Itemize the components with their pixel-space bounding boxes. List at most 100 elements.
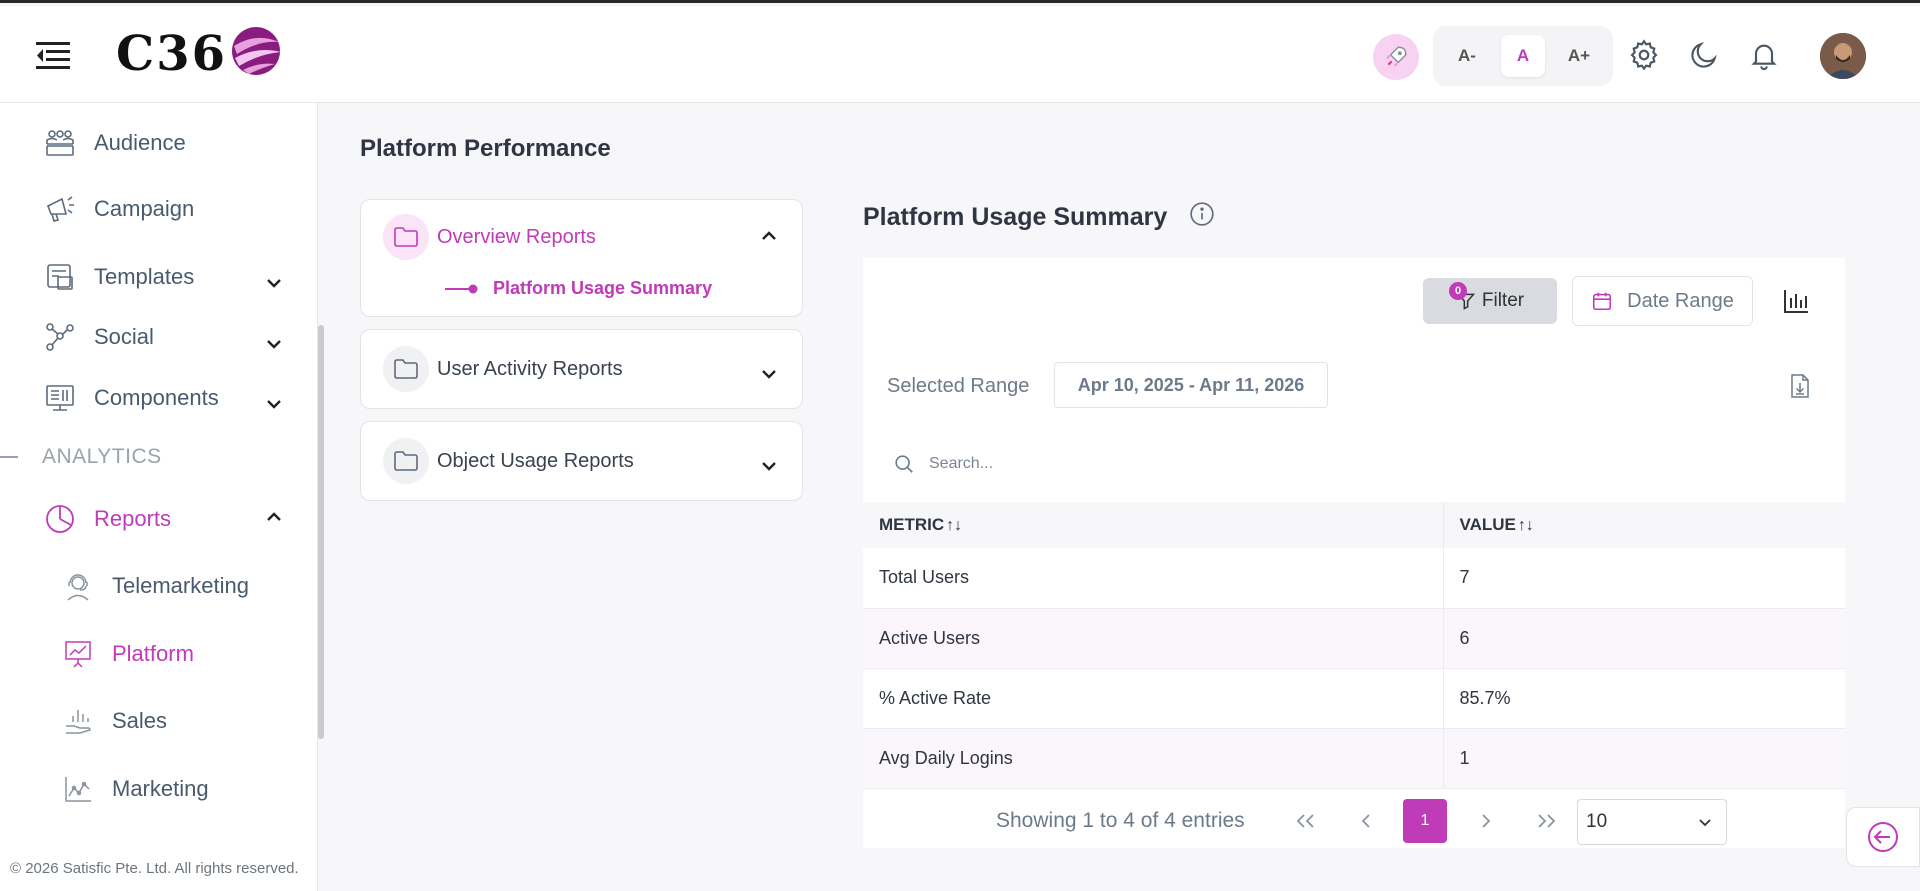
report-group-header[interactable]: User Activity Reports bbox=[383, 346, 623, 392]
copyright-text: © 2026 Satisfic Pte. Ltd. All rights res… bbox=[10, 860, 299, 877]
first-page-icon[interactable] bbox=[1284, 799, 1328, 843]
search-box[interactable] bbox=[893, 446, 1293, 482]
filter-count-badge: 0 bbox=[1449, 282, 1467, 300]
dark-mode-moon-icon[interactable] bbox=[1686, 37, 1722, 73]
report-card: 0 Filter Date Range Selected Range Apr 1… bbox=[863, 258, 1845, 848]
template-icon bbox=[40, 259, 80, 295]
chevron-down-icon[interactable] bbox=[266, 336, 282, 354]
table-row: Avg Daily Logins 1 bbox=[863, 728, 1845, 789]
sidebar-item-label: Social bbox=[94, 324, 154, 349]
font-increase-button[interactable]: A+ bbox=[1557, 35, 1601, 77]
sidebar-item-social[interactable]: Social bbox=[40, 319, 154, 355]
sidebar: Audience Campaign Templates Social Compo… bbox=[0, 103, 318, 891]
report-title: Platform Usage Summary bbox=[863, 201, 1215, 234]
sidebar-item-components[interactable]: Components bbox=[40, 380, 219, 416]
column-header-value[interactable]: VALUE ↑↓ bbox=[1443, 502, 1845, 548]
selected-range-value: Apr 10, 2025 - Apr 11, 2026 bbox=[1054, 362, 1328, 408]
date-range-button[interactable]: Date Range bbox=[1572, 276, 1753, 326]
report-link-label: Platform Usage Summary bbox=[493, 278, 713, 298]
presentation-chart-icon bbox=[58, 636, 98, 672]
chevron-up-icon[interactable] bbox=[266, 509, 282, 527]
back-arrow-icon[interactable] bbox=[1846, 807, 1920, 867]
report-group-user-activity: User Activity Reports bbox=[360, 329, 803, 409]
column-header-metric[interactable]: METRIC ↑↓ bbox=[863, 502, 1444, 548]
column-header-label: VALUE bbox=[1459, 515, 1516, 534]
table-header-row: METRIC ↑↓ VALUE ↑↓ bbox=[863, 502, 1845, 548]
sidebar-item-telemarketing[interactable]: Telemarketing bbox=[58, 568, 249, 604]
table-row: % Active Rate 85.7% bbox=[863, 668, 1845, 729]
cell-value: 85.7% bbox=[1443, 668, 1845, 729]
report-group-header[interactable]: Object Usage Reports bbox=[383, 438, 634, 484]
sidebar-item-label: Platform bbox=[112, 641, 194, 666]
menu-collapse-icon[interactable] bbox=[36, 40, 70, 70]
page-size-select[interactable]: 10 bbox=[1577, 799, 1727, 845]
sidebar-item-marketing[interactable]: Marketing bbox=[58, 771, 209, 807]
report-group-overview: Overview Reports Platform Usage Summary bbox=[360, 199, 803, 317]
sidebar-item-templates[interactable]: Templates bbox=[40, 259, 194, 295]
filter-button[interactable]: 0 Filter bbox=[1423, 278, 1557, 324]
selected-range-label: Selected Range bbox=[887, 375, 1030, 397]
chevron-down-icon[interactable] bbox=[761, 366, 777, 384]
cell-metric: Active Users bbox=[863, 608, 1444, 669]
sidebar-item-label: Audience bbox=[94, 130, 186, 155]
font-size-switcher: A- A A+ bbox=[1433, 26, 1613, 86]
page-number-button[interactable]: 1 bbox=[1403, 799, 1447, 843]
notification-bell-icon[interactable] bbox=[1746, 37, 1782, 73]
cell-metric: % Active Rate bbox=[863, 668, 1444, 729]
search-input[interactable] bbox=[929, 455, 1269, 473]
sidebar-item-campaign[interactable]: Campaign bbox=[40, 191, 194, 227]
hand-chart-icon bbox=[58, 703, 98, 739]
sidebar-item-label: Components bbox=[94, 385, 219, 410]
report-group-label: User Activity Reports bbox=[437, 357, 623, 380]
sort-icon[interactable]: ↑↓ bbox=[1518, 517, 1534, 534]
page-title: Platform Performance bbox=[360, 135, 611, 162]
sidebar-item-label: Campaign bbox=[94, 196, 195, 221]
folder-icon bbox=[383, 214, 429, 260]
table-row: Active Users 6 bbox=[863, 608, 1845, 669]
cell-value: 6 bbox=[1443, 608, 1845, 669]
sidebar-scrollbar[interactable] bbox=[318, 325, 324, 739]
chevron-down-icon bbox=[1699, 818, 1711, 826]
report-group-label: Object Usage Reports bbox=[437, 449, 634, 472]
sidebar-item-audience[interactable]: Audience bbox=[40, 125, 186, 161]
active-report-indicator-icon bbox=[445, 284, 478, 293]
sidebar-item-label: Marketing bbox=[112, 776, 209, 801]
chevron-down-icon[interactable] bbox=[266, 275, 282, 293]
sidebar-item-reports[interactable]: Reports bbox=[40, 501, 171, 537]
table-row: Total Users 7 bbox=[863, 548, 1845, 609]
headset-icon bbox=[58, 568, 98, 604]
previous-page-icon[interactable] bbox=[1344, 799, 1388, 843]
section-label: ANALYTICS bbox=[42, 445, 162, 468]
info-icon[interactable] bbox=[1189, 201, 1215, 234]
logo-globe-icon bbox=[232, 27, 281, 75]
font-default-button[interactable]: A bbox=[1501, 35, 1545, 77]
chevron-up-icon[interactable] bbox=[761, 228, 777, 246]
font-decrease-button[interactable]: A- bbox=[1445, 35, 1489, 77]
pagination-info: Showing 1 to 4 of 4 entries bbox=[996, 809, 1245, 832]
folder-icon bbox=[383, 346, 429, 392]
chevron-down-icon[interactable] bbox=[761, 458, 777, 476]
user-avatar[interactable] bbox=[1820, 33, 1866, 79]
filter-label: Filter bbox=[1481, 290, 1525, 311]
audience-icon bbox=[40, 125, 80, 161]
chevron-down-icon[interactable] bbox=[266, 396, 282, 414]
settings-gear-icon[interactable] bbox=[1626, 37, 1662, 73]
search-icon bbox=[895, 455, 913, 473]
rocket-icon[interactable] bbox=[1373, 34, 1419, 80]
logo[interactable]: C36 bbox=[116, 24, 283, 84]
sidebar-item-platform[interactable]: Platform bbox=[58, 636, 194, 672]
sidebar-item-sales[interactable]: Sales bbox=[58, 703, 167, 739]
sort-icon[interactable]: ↑↓ bbox=[946, 517, 962, 534]
sidebar-item-label: Sales bbox=[112, 708, 168, 733]
report-group-header[interactable]: Overview Reports bbox=[383, 214, 596, 260]
report-link-platform-usage-summary[interactable]: Platform Usage Summary bbox=[445, 278, 712, 299]
line-chart-icon bbox=[58, 771, 98, 807]
last-page-icon[interactable] bbox=[1524, 799, 1568, 843]
export-file-icon[interactable] bbox=[1788, 373, 1812, 399]
report-group-label: Overview Reports bbox=[437, 225, 596, 248]
cell-value: 7 bbox=[1443, 548, 1845, 609]
sidebar-item-label: Templates bbox=[94, 264, 195, 289]
bar-chart-icon[interactable] bbox=[1781, 286, 1811, 316]
report-group-object-usage: Object Usage Reports bbox=[360, 421, 803, 501]
next-page-icon[interactable] bbox=[1464, 799, 1508, 843]
